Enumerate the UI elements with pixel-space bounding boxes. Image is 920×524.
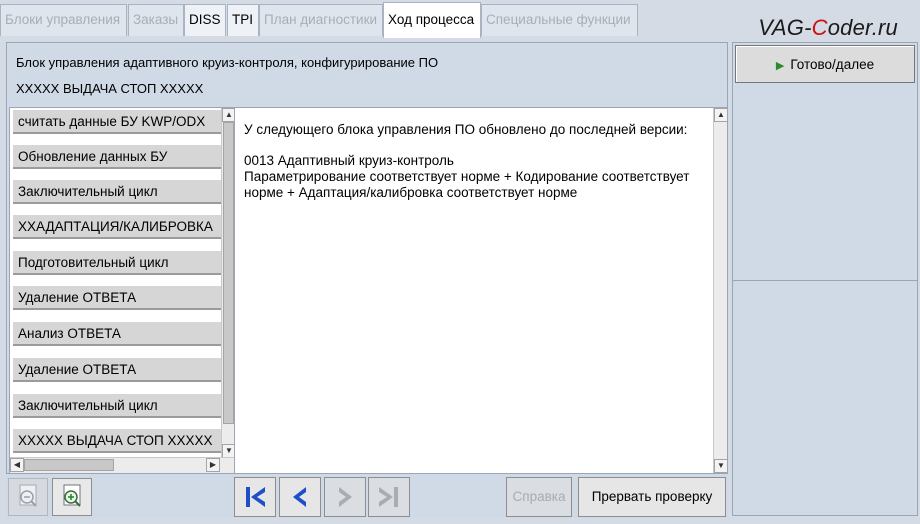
message-panel: У следующего блока управления ПО обновле… — [234, 107, 728, 474]
tab-bar: Блоки управления Заказы DISS TPI План ди… — [0, 0, 920, 40]
message-line-2: 0013 Адаптивный круиз-контроль — [244, 153, 454, 168]
back-button[interactable] — [279, 477, 321, 517]
scroll-left-icon[interactable]: ◀ — [10, 458, 24, 472]
main-panel: Блок управления адаптивного круиз-контро… — [6, 42, 728, 474]
last-button[interactable] — [368, 477, 410, 517]
first-button[interactable] — [234, 477, 276, 517]
tab-orders[interactable]: Заказы — [128, 4, 184, 36]
step-item-delete-response[interactable]: Удаление ОТВЕТА — [13, 286, 222, 310]
step-item-update-data[interactable]: Обновление данных БУ — [13, 145, 222, 169]
step-item-adaptation[interactable]: XXАДАПТАЦИЯ/КАЛИБРОВКА — [13, 215, 222, 239]
forward-icon — [339, 487, 352, 507]
last-icon — [379, 487, 398, 507]
message-scroll-up-icon[interactable]: ▲ — [714, 108, 728, 122]
status-line: XXXXX ВЫДАЧА СТОП XXXXX — [16, 81, 204, 96]
watermark: VAG-Coder.ru — [758, 15, 898, 40]
horizontal-scroll-thumb[interactable] — [24, 459, 114, 471]
play-icon: ▶ — [775, 60, 785, 72]
bottom-toolbar: Справка Прервать проверку — [6, 474, 728, 518]
right-panel: ▶ Готово/далее — [732, 42, 918, 516]
message-line-1: У следующего блока управления ПО обновле… — [244, 122, 688, 137]
step-item-prep-cycle[interactable]: Подготовительный цикл — [13, 251, 222, 275]
list-vertical-scrollbar[interactable]: ▲ ▼ — [221, 108, 235, 458]
tab-special-functions[interactable]: Специальные функции — [481, 4, 638, 36]
zoom-in-icon — [63, 484, 81, 507]
tab-tpi[interactable]: TPI — [227, 4, 259, 36]
tab-control-units[interactable]: Блоки управления — [0, 4, 127, 36]
abort-test-button[interactable]: Прервать проверку — [578, 477, 726, 517]
first-icon — [246, 487, 265, 507]
step-item-output-stop[interactable]: XXXXX ВЫДАЧА СТОП XXXXX — [13, 429, 222, 453]
message-scroll-down-icon[interactable]: ▼ — [714, 459, 728, 473]
message-line-3: Параметрирование соответствует норме + К… — [244, 169, 690, 184]
tab-process[interactable]: Ход процесса — [383, 2, 481, 38]
step-list[interactable]: считать данные БУ KWP/ODX Обновление дан… — [9, 107, 236, 474]
step-item-delete-response-2[interactable]: Удаление ОТВЕТА — [13, 358, 222, 382]
tab-diagnostic-plan[interactable]: План диагностики — [259, 4, 383, 36]
ready-next-label: Готово/далее — [790, 57, 875, 72]
step-item-final-cycle[interactable]: Заключительный цикл — [13, 180, 222, 204]
zoom-out-button[interactable] — [8, 478, 48, 516]
message-scrollbar[interactable]: ▲ ▼ — [713, 108, 728, 473]
step-item-final-cycle-2[interactable]: Заключительный цикл — [13, 394, 222, 418]
list-horizontal-scrollbar[interactable]: ◀ ▶ — [10, 457, 235, 473]
ready-next-button[interactable]: ▶ Готово/далее — [735, 45, 915, 83]
scroll-thumb[interactable] — [223, 122, 234, 424]
tab-diss[interactable]: DISS — [184, 4, 226, 36]
right-divider — [733, 280, 917, 281]
zoom-out-icon — [19, 484, 37, 507]
page-title: Блок управления адаптивного круиз-контро… — [16, 55, 439, 70]
scroll-right-icon[interactable]: ▶ — [206, 458, 220, 472]
message-line-4: норме + Адаптация/калибровка соответству… — [244, 185, 578, 200]
step-item-read-data[interactable]: считать данные БУ KWP/ODX — [13, 110, 222, 134]
forward-button[interactable] — [324, 477, 366, 517]
help-button[interactable]: Справка — [506, 477, 572, 517]
step-list-items: считать данные БУ KWP/ODX Обновление дан… — [10, 108, 222, 458]
back-icon — [293, 487, 306, 507]
step-item-analyze-response[interactable]: Анализ ОТВЕТА — [13, 322, 222, 346]
zoom-in-button[interactable] — [52, 478, 92, 516]
